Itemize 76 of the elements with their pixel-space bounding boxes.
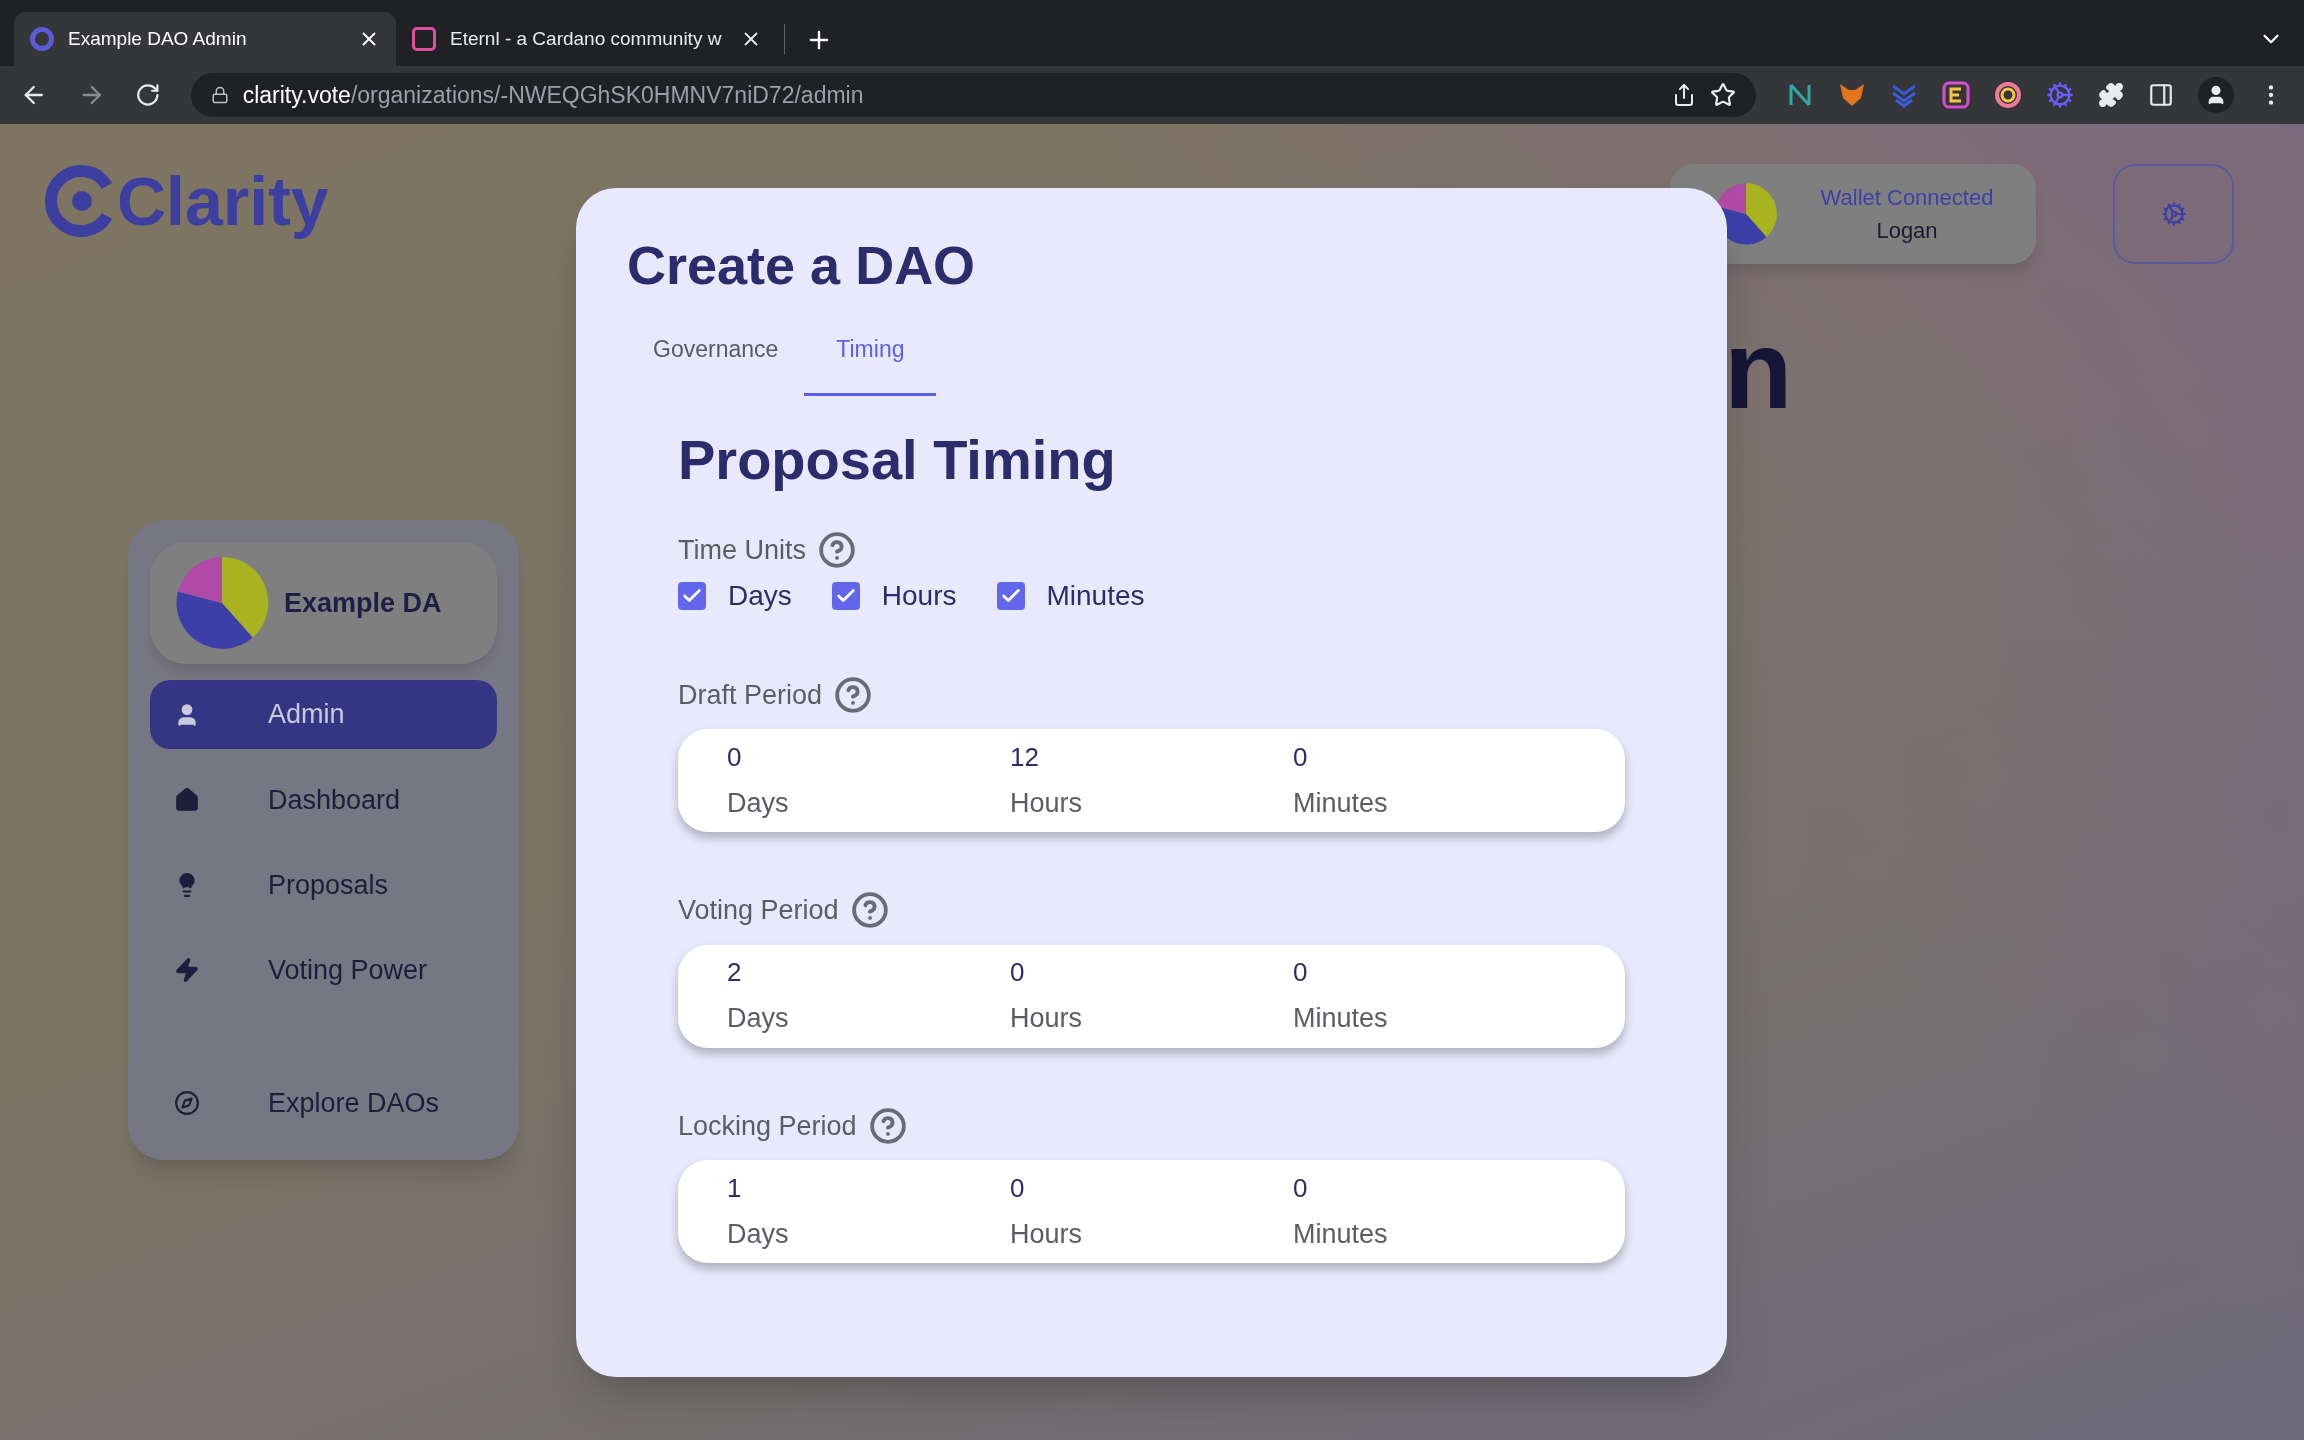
url-text: clarity.vote/organizations/-NWEQGhSK0HMNV7niD72/admin <box>242 80 865 110</box>
extension-icon[interactable] <box>1942 81 1970 109</box>
help-icon[interactable] <box>850 891 889 930</box>
gear-icon <box>2160 201 2187 227</box>
ring-icon[interactable] <box>1994 81 2022 109</box>
duration-value: 0 <box>1293 740 1309 774</box>
tab[interactable]: Timing <box>804 326 937 396</box>
nav-label: Proposals <box>268 868 389 902</box>
nav-label: Voting Power <box>268 953 428 987</box>
side-panel-icon[interactable] <box>2148 82 2174 108</box>
duration-unit: Minutes <box>1293 1002 1389 1036</box>
duration-unit: Hours <box>1010 786 1084 820</box>
duration-unit: Days <box>727 1002 790 1036</box>
home-icon <box>174 786 200 813</box>
lock-icon <box>210 86 229 104</box>
duration-value: 0 <box>1293 1171 1309 1205</box>
duration-value: 0 <box>1293 956 1309 990</box>
extensions-icon[interactable] <box>2098 82 2124 108</box>
checkbox[interactable] <box>996 581 1025 610</box>
duration-unit: Days <box>727 1217 790 1251</box>
wallet-status: Wallet Connected <box>1820 184 1994 212</box>
help-icon[interactable] <box>834 675 873 714</box>
help-icon[interactable] <box>868 1106 907 1145</box>
duration-value: 0 <box>1010 956 1026 990</box>
nav-label: Admin <box>268 698 345 732</box>
nav-item[interactable]: Explore DAOs <box>150 1068 497 1138</box>
duration-unit: Minutes <box>1293 786 1389 820</box>
checkbox-label: Days <box>728 578 792 613</box>
compass-icon <box>174 1090 200 1117</box>
browser-tab[interactable]: Eternl - a Cardano community w <box>396 12 778 66</box>
checkbox[interactable] <box>678 581 706 610</box>
duration-value: 1 <box>727 1171 743 1205</box>
share-icon[interactable] <box>1672 83 1696 107</box>
field-label: Locking Period <box>678 1109 857 1143</box>
nav-item[interactable]: Proposals <box>150 850 497 920</box>
duration-value: 0 <box>1010 1171 1026 1205</box>
nav-item[interactable]: Admin <box>150 680 497 750</box>
duration-unit: Days <box>727 786 790 820</box>
dao-name: Example DA <box>284 586 442 620</box>
reload-icon[interactable] <box>135 82 161 108</box>
page-heading: n <box>1724 314 1793 426</box>
bookmark-star-icon[interactable] <box>1710 82 1736 108</box>
browser-tab[interactable]: Example DAO Admin <box>14 12 396 66</box>
field-label: Draft Period <box>678 678 823 712</box>
address-bar[interactable]: clarity.vote/organizations/-NWEQGhSK0HMNV7niD72/admin <box>190 73 1756 117</box>
duration-value: 12 <box>1010 740 1040 774</box>
duration-value: 0 <box>727 740 743 774</box>
modal-title: Create a DAO <box>627 238 977 292</box>
site-icon <box>30 27 54 51</box>
nav-item[interactable]: Voting Power <box>150 935 497 1005</box>
duration-field[interactable]: 1 Days 0 Hours 0 Minutes <box>678 1160 1625 1263</box>
duration-field[interactable]: 2 Days 0 Hours 0 Minutes <box>678 944 1625 1048</box>
lightning-icon <box>174 957 200 984</box>
section-title: Proposal Timing <box>678 427 1117 493</box>
duration-value: 2 <box>727 956 743 990</box>
dao-card[interactable]: Example DA <box>150 542 497 664</box>
nav-label: Dashboard <box>268 783 401 817</box>
checkbox-label: Hours <box>881 578 957 613</box>
checkbox[interactable] <box>831 581 860 610</box>
tab-title: Eternl - a Cardano community w <box>450 26 723 51</box>
nav-item[interactable]: Dashboard <box>150 765 497 835</box>
tab-title: Example DAO Admin <box>68 26 248 51</box>
duration-unit: Minutes <box>1293 1217 1389 1251</box>
duration-unit: Hours <box>1010 1217 1084 1251</box>
fox-icon[interactable] <box>1838 81 1866 109</box>
field-label: Time Units <box>678 534 806 567</box>
duration-field[interactable]: 0 Days 12 Hours 0 Minutes <box>678 729 1625 832</box>
wallet-name: Logan <box>1876 217 1938 245</box>
nav-label: Explore DAOs <box>268 1087 440 1121</box>
tab[interactable]: Governance <box>627 326 805 396</box>
help-icon[interactable] <box>818 531 856 570</box>
profile-icon[interactable] <box>2198 77 2234 113</box>
site-icon <box>412 27 436 51</box>
duration-unit: Hours <box>1010 1002 1084 1036</box>
field-label: Voting Period <box>678 894 839 927</box>
checkbox-label: Minutes <box>1046 578 1145 613</box>
